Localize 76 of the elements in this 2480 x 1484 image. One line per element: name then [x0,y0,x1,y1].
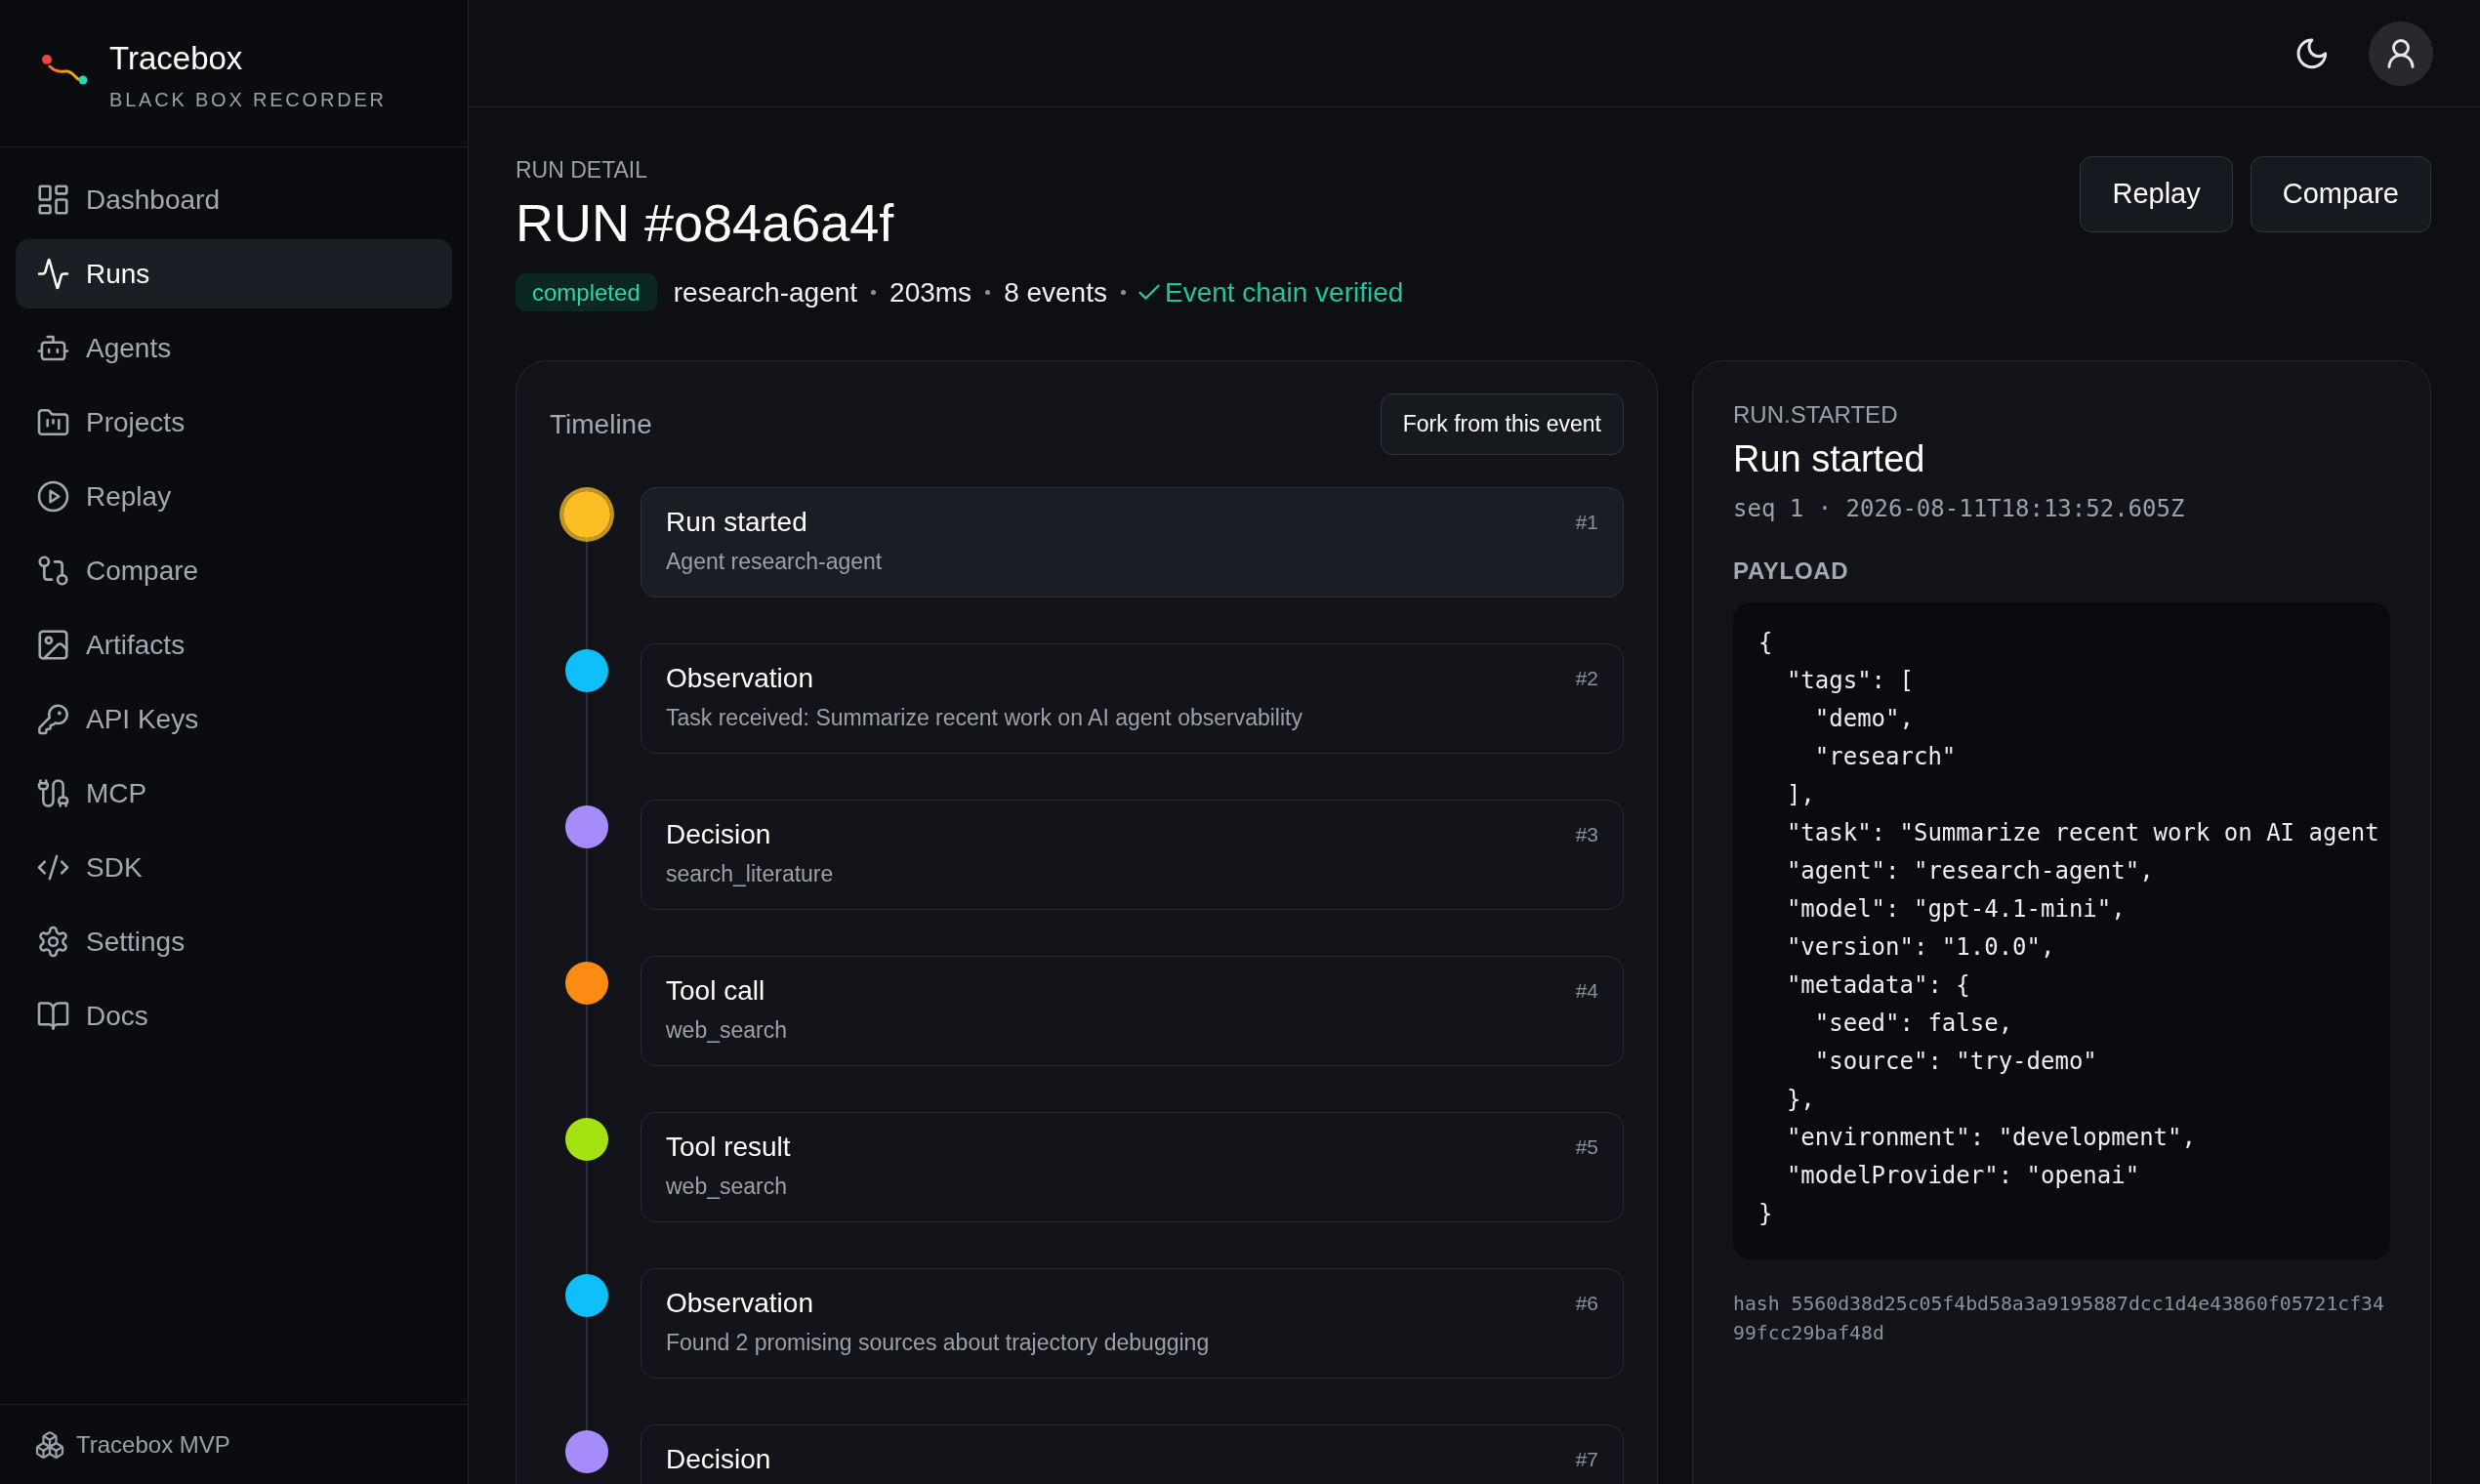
moon-icon[interactable] [2298,39,2326,67]
event-title: Tool result [666,1131,791,1164]
event-title: Observation [666,1287,814,1320]
book-icon [39,1002,67,1030]
event-title: Decision [666,1443,771,1476]
nav-item[interactable]: Settings [16,907,452,976]
verified-label: Event chain verified [1165,275,1404,309]
fork-button[interactable]: Fork from this event [1380,393,1624,455]
event-detail: Found 2 promising sources about trajectory debugging [666,1329,1210,1357]
event-seq: #6 [1575,1291,1598,1316]
check-icon [1139,285,1159,300]
user-icon [2389,39,2413,67]
robot-icon [39,334,67,362]
event-title: Decision [666,818,772,851]
compare-button[interactable]: Compare [2250,156,2431,232]
event-title: Observation [666,662,814,695]
folder-icon [39,408,67,436]
event-detail: Agent research-agent [666,548,883,576]
event-detail: web_search [666,1016,788,1045]
event-card[interactable]: Decision search_literature #3 [641,800,1624,910]
nav-item[interactable]: Dashboard [16,165,452,234]
nav-item[interactable]: SDK [16,833,452,902]
event-seq: #4 [1575,978,1598,1004]
replay-button[interactable]: Replay [2080,156,2233,232]
page-eyebrow: RUN DETAIL [516,156,649,184]
run-title: RUN #o84a6a4f [516,192,895,254]
cable-icon [39,779,67,807]
grid-icon [39,186,67,214]
workspace-label: Tracebox MVP [76,1429,230,1460]
event-detail: search_literature [666,860,834,888]
key-icon [39,705,67,733]
play-icon [39,482,67,511]
nav-item[interactable]: Replay [16,462,452,531]
run-meta-text: 203ms [889,275,972,309]
logo-icon [41,53,88,86]
event-title: Tool call [666,974,766,1008]
nav-item[interactable]: MCP [16,759,452,828]
brand-name: Tracebox [109,39,244,78]
event-card[interactable]: Tool result web_search #5 [641,1112,1624,1222]
nav-item[interactable]: Artifacts [16,610,452,680]
run-meta-text: 8 events [1004,275,1107,309]
event-card[interactable]: Decision #7 [641,1424,1624,1484]
event-card[interactable]: Observation Found 2 promising sources about trajectory debugging #6 [641,1268,1624,1379]
payload-code-block: { "tags": [ "demo", "research" ], "task": "Summarize recent work on AI agent "agent": "research-agent", "model": "gpt-4.1-mini", "version": "1.0.0", "metadata": { "seed": false, "source": "try-demo" }, "environment": "development", "modelProvider": "openai" } [1733,602,2390,1259]
event-title: Run started [1733,437,1926,481]
nav-item[interactable]: Projects [16,388,452,457]
payload-label: PAYLOAD [1733,556,1850,586]
event-detail: Task received: Summarize recent work on AI agent observability [666,704,1302,732]
nav-item[interactable]: API Keys [16,684,452,754]
event-seq: #3 [1575,822,1598,847]
event-meta: seq 1 · 2026-08-11T18:13:52.605Z [1733,494,2186,523]
status-badge: completed [516,273,657,311]
event-card[interactable]: Tool call web_search #4 [641,956,1624,1066]
timeline-title: Timeline [550,407,652,441]
image-icon [39,631,67,659]
pulse-icon [39,260,67,288]
event-card[interactable]: Observation Task received: Summarize recent work on AI agent observability #2 [641,643,1624,754]
nav-item[interactable]: Agents [16,313,452,383]
event-seq: #2 [1575,666,1598,691]
nav-item[interactable]: Docs [16,981,452,1051]
branch-icon [39,556,67,585]
settings-icon [39,928,67,956]
code-icon [39,853,67,882]
event-card[interactable]: Run started Agent research-agent #1 [641,487,1624,598]
brand-tagline: BLACK BOX RECORDER [109,88,387,111]
nav-item[interactable]: Runs [16,239,452,309]
event-title: Run started [666,506,808,539]
nav-item[interactable]: Compare [16,536,452,605]
cubes-icon [37,1431,62,1458]
event-seq: #7 [1575,1447,1598,1472]
run-meta-text: research-agent [673,275,858,309]
event-type: RUN.STARTED [1733,400,1899,430]
event-detail: web_search [666,1173,789,1201]
event-hash: hash 5560d38d25c05f4bd58a3a9195887dcc1d4e43860f05721cf3499fcc29baf48d [1733,1292,2385,1346]
event-seq: #5 [1575,1134,1598,1160]
event-seq: #1 [1575,510,1598,535]
